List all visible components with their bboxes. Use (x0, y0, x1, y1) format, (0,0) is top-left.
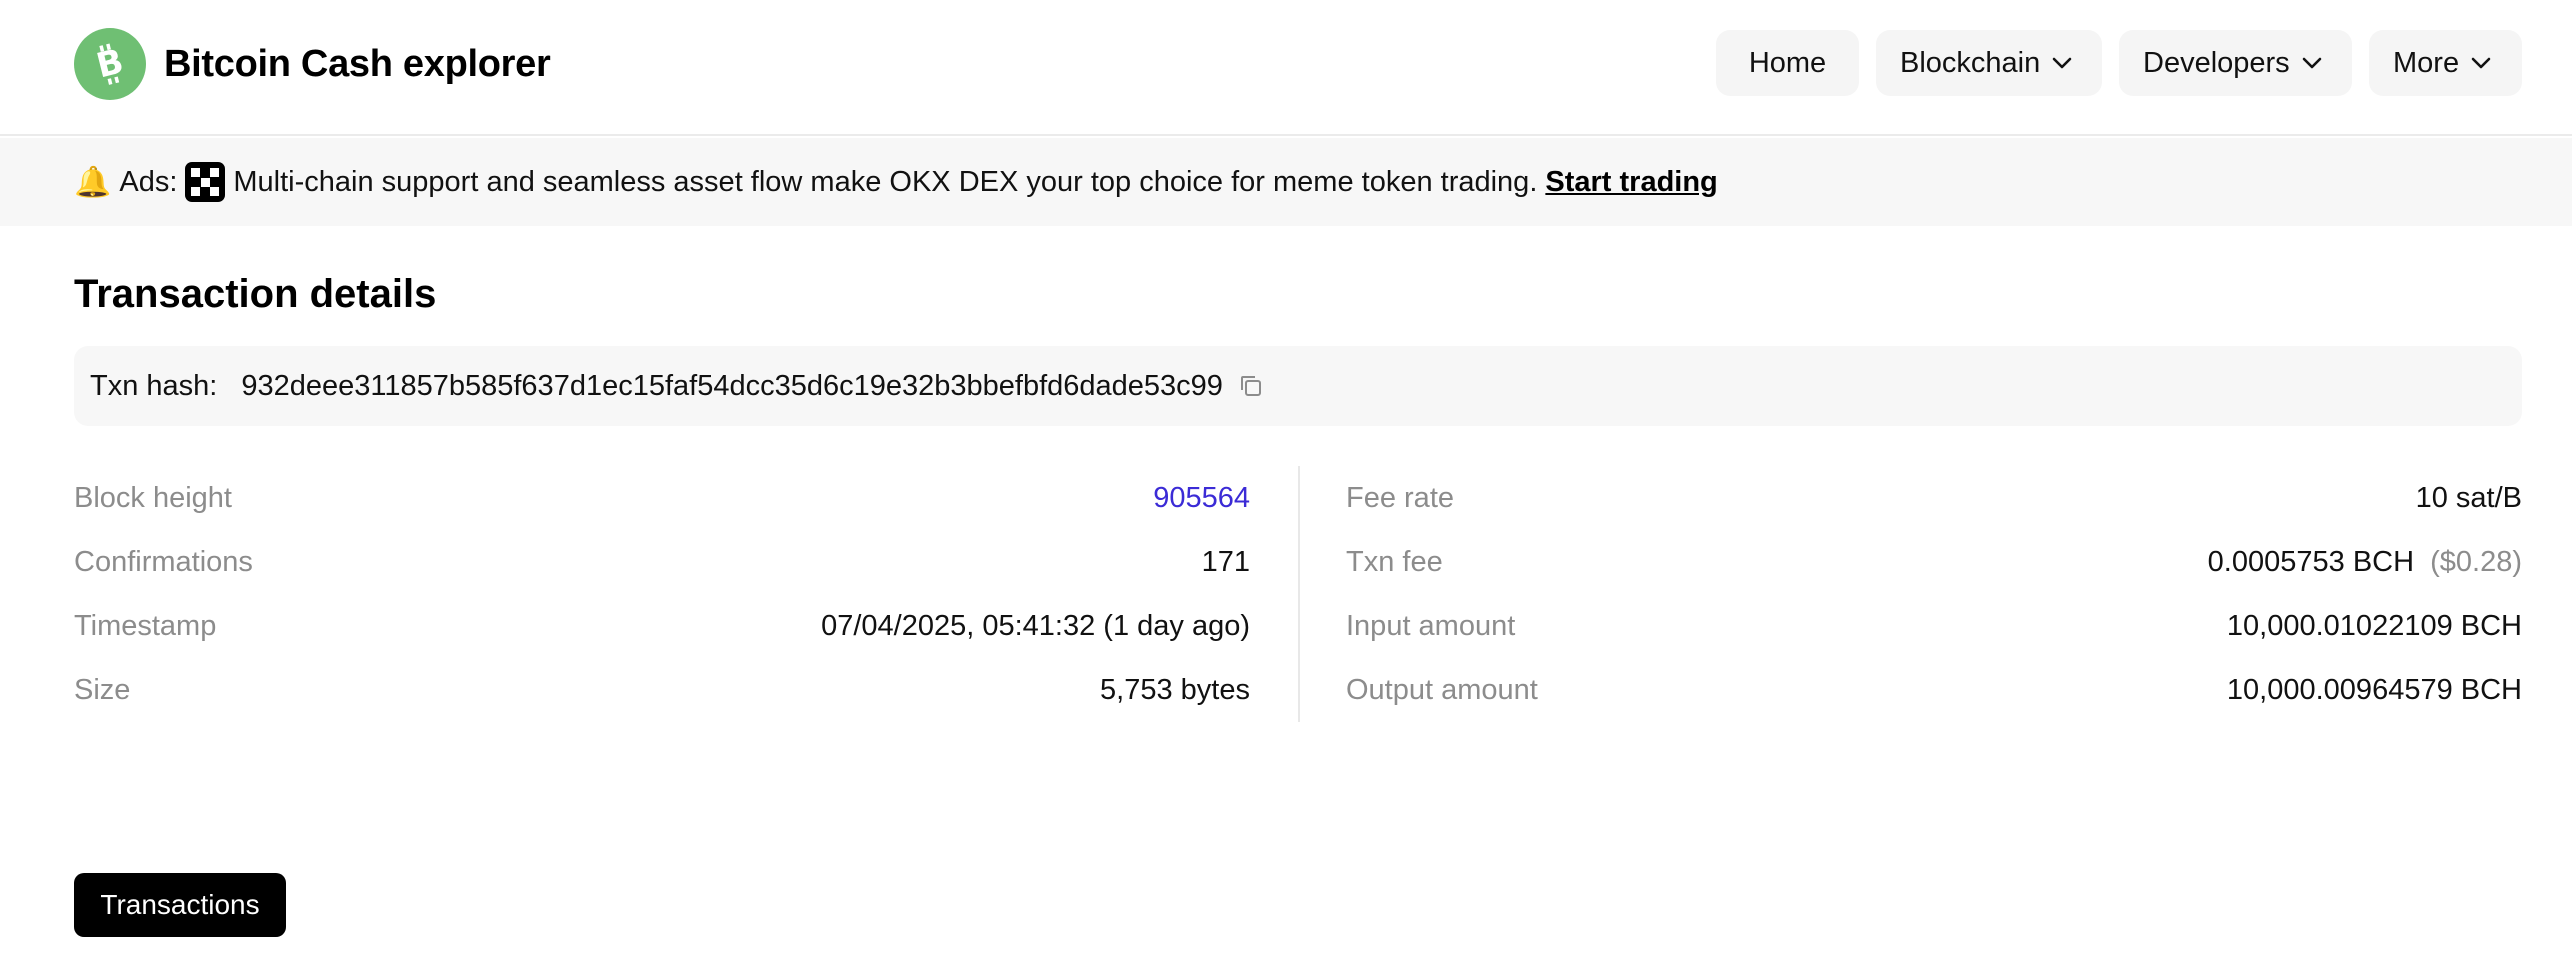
detail-value: 07/04/2025, 05:41:32 (1 day ago) (821, 609, 1250, 642)
ad-banner: 🔔 Ads: Multi-chain support and seamless … (0, 138, 2572, 226)
txn-hash-label: Txn hash: (90, 369, 218, 402)
nav-blockchain-label: Blockchain (1900, 46, 2041, 79)
tab-transactions-label: Transactions (100, 889, 260, 920)
chevron-down-icon (2302, 57, 2321, 69)
txn-fee-value: 0.0005753 BCH (2207, 545, 2415, 578)
nav-developers-label: Developers (2143, 46, 2290, 79)
detail-row-input-amount: Input amount 10,000.01022109 BCH (1346, 594, 2522, 658)
detail-row-confirmations: Confirmations 171 (74, 530, 1250, 594)
detail-label: Block height (74, 481, 232, 514)
brand-title: Bitcoin Cash explorer (164, 42, 551, 85)
detail-label: Confirmations (74, 545, 253, 578)
block-height-link[interactable]: 905564 (1153, 482, 1250, 515)
detail-label: Input amount (1346, 609, 1516, 642)
details-right-column: Fee rate 10 sat/B Txn fee 0.0005753 BCH … (1346, 466, 2522, 722)
page-title: Transaction details (74, 272, 437, 316)
detail-row-txn-fee: Txn fee 0.0005753 BCH ($0.28) (1346, 530, 2522, 594)
start-trading-link[interactable]: Start trading (1545, 166, 1717, 199)
nav-more-dropdown[interactable]: More (2369, 30, 2522, 96)
txn-hash-box: Txn hash: 932deee311857b585f637d1ec15faf… (74, 346, 2522, 426)
column-divider (1298, 466, 1300, 722)
detail-value: 10 sat/B (2415, 481, 2522, 514)
ad-label: Ads: (119, 165, 178, 198)
top-header: B Bitcoin Cash explorer Home Blockchain … (0, 0, 2572, 136)
okx-logo-icon (185, 162, 226, 202)
copy-icon[interactable] (1237, 372, 1265, 400)
detail-label: Size (74, 673, 131, 706)
detail-value: 5,753 bytes (1100, 673, 1250, 706)
detail-label: Txn fee (1346, 545, 1443, 578)
detail-label: Output amount (1346, 673, 1538, 706)
detail-value: 10,000.01022109 BCH (2226, 609, 2522, 642)
chevron-down-icon (2052, 57, 2072, 69)
detail-row-size: Size 5,753 bytes (74, 658, 1250, 722)
bitcoin-cash-icon: B (74, 28, 146, 100)
details-left-column: Block height 905564 Confirmations 171 Ti… (74, 466, 1250, 722)
transaction-details: Block height 905564 Confirmations 171 Ti… (74, 466, 2522, 722)
detail-row-output-amount: Output amount 10,000.00964579 BCH (1346, 658, 2522, 722)
brand[interactable]: B Bitcoin Cash explorer (74, 28, 551, 100)
detail-label: Fee rate (1346, 481, 1454, 514)
detail-row-fee-rate: Fee rate 10 sat/B (1346, 466, 2522, 530)
tab-transactions[interactable]: Transactions (74, 873, 286, 937)
detail-value: 10,000.00964579 BCH (2226, 673, 2522, 706)
chevron-down-icon (2471, 57, 2491, 69)
detail-value: 171 (1201, 545, 1250, 578)
detail-label: Timestamp (74, 609, 217, 642)
txn-fee-usd: ($0.28) (2430, 545, 2522, 578)
nav-developers-dropdown[interactable]: Developers (2119, 30, 2352, 96)
detail-row-block-height: Block height 905564 (74, 466, 1250, 530)
txn-hash-value[interactable]: 932deee311857b585f637d1ec15faf54dcc35d6c… (241, 370, 1223, 403)
nav-more-label: More (2393, 46, 2460, 79)
detail-value-group: 0.0005753 BCH ($0.28) (2208, 546, 2522, 579)
nav-blockchain-dropdown[interactable]: Blockchain (1876, 30, 2102, 96)
ad-text: Multi-chain support and seamless asset f… (233, 165, 1538, 198)
nav-home-label: Home (1748, 46, 1827, 79)
nav-home-button[interactable]: Home (1716, 30, 1859, 96)
bell-icon: 🔔 (74, 165, 112, 199)
detail-row-timestamp: Timestamp 07/04/2025, 05:41:32 (1 day ag… (74, 594, 1250, 658)
